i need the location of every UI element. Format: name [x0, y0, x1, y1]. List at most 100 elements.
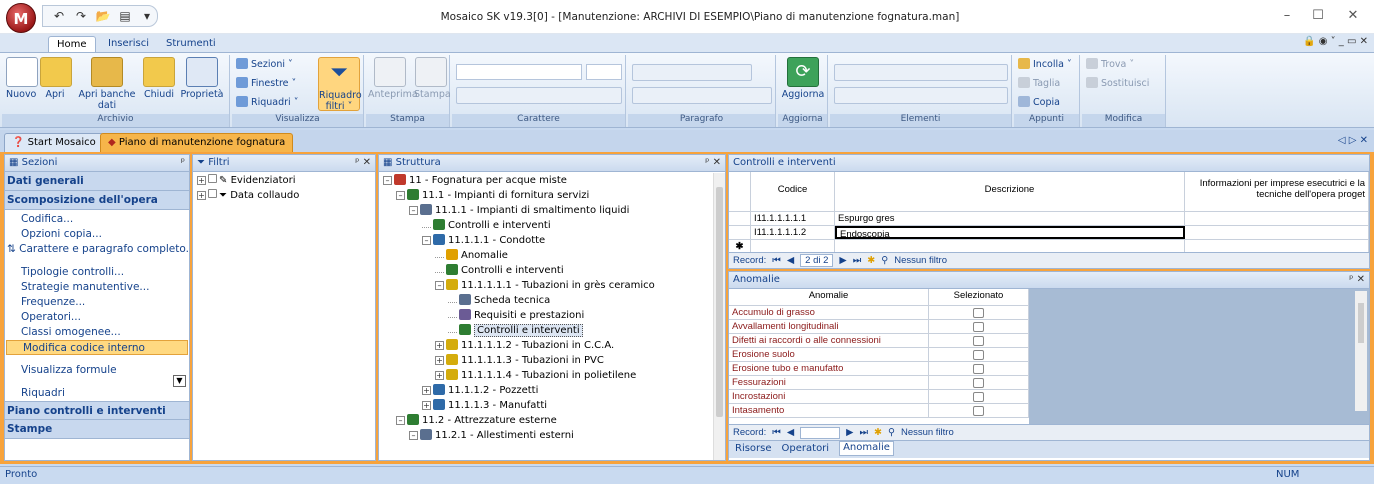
filter-data-collaudo[interactable]: + ⏷ Data collaudo	[197, 188, 371, 203]
expand-icon[interactable]: +	[435, 371, 444, 380]
qat-dropdown-icon[interactable]: ▾	[139, 9, 155, 23]
link-tipologie-controlli[interactable]: Tipologie controlli...	[5, 265, 189, 280]
font-name-combo[interactable]	[456, 64, 582, 80]
elements-toolbar-bottom[interactable]	[834, 87, 1008, 104]
last-record-icon[interactable]: ⏭	[859, 427, 868, 438]
tree-node[interactable]: Controlli e interventi	[383, 323, 721, 338]
redo-icon[interactable]: ↷	[73, 9, 89, 23]
selezionato-checkbox[interactable]	[973, 406, 984, 416]
selezionato-checkbox[interactable]	[973, 336, 984, 346]
open-icon[interactable]: 📂	[95, 9, 111, 23]
link-modifica-codice-interno[interactable]: Modifica codice interno	[6, 340, 188, 355]
table-row[interactable]: Incrostazioni	[729, 390, 1029, 404]
tree-node[interactable]: Controlli e interventi	[383, 218, 721, 233]
selezionato-checkbox[interactable]	[973, 378, 984, 388]
tree-node[interactable]: Scheda tecnica	[383, 293, 721, 308]
riquadri-button[interactable]: Riquadri ˅	[236, 96, 298, 108]
tab-risorse[interactable]: Risorse	[735, 443, 772, 456]
tree-node[interactable]: +11.1.1.2 - Pozzetti	[383, 383, 721, 398]
section-stampe[interactable]: Stampe	[5, 420, 189, 439]
no-filter-label[interactable]: Nessun filtro	[901, 427, 954, 438]
link-opzioni-copia[interactable]: Opzioni copia...	[5, 227, 189, 242]
scrollbar-thumb[interactable]	[1358, 303, 1364, 343]
expand-icon[interactable]: +	[197, 191, 206, 200]
pin-close-icons[interactable]: ᵖ ✕	[705, 157, 721, 168]
record-position[interactable]	[800, 426, 841, 439]
tree-node[interactable]: Requisiti e prestazioni	[383, 308, 721, 323]
close-button[interactable]: ✕	[1338, 8, 1368, 23]
tab-inserisci[interactable]: Inserisci	[100, 36, 157, 52]
collapse-icon[interactable]: –	[396, 416, 405, 425]
list-format-toolbar[interactable]	[632, 64, 752, 81]
selezionato-checkbox[interactable]	[973, 322, 984, 332]
selezionato-checkbox[interactable]	[973, 392, 984, 402]
new-record-icon[interactable]: ✱	[867, 255, 875, 266]
link-frequenze[interactable]: Frequenze...	[5, 295, 189, 310]
apri-button[interactable]: Apri	[40, 57, 72, 100]
tree-node[interactable]: –11.1.1.1.1 - Tubazioni in grès ceramico	[383, 278, 721, 293]
tree-node[interactable]: –11.1 - Impianti di fornitura servizi	[383, 188, 721, 203]
incolla-button[interactable]: Incolla ˅	[1018, 58, 1072, 70]
prev-record-icon[interactable]: ◀	[787, 255, 794, 266]
collapse-icon[interactable]: –	[383, 176, 392, 185]
trova-button[interactable]: Trova ˅	[1086, 58, 1134, 70]
tab-home[interactable]: Home	[48, 36, 96, 52]
table-row[interactable]: Intasamento	[729, 404, 1029, 418]
tree-node[interactable]: –11 - Fognatura per acque miste	[383, 173, 721, 188]
tree-node[interactable]: Anomalie	[383, 248, 721, 263]
col-descrizione[interactable]: Descrizione	[835, 172, 1185, 211]
tab-anomalie[interactable]: Anomalie	[839, 441, 894, 456]
elements-toolbar-top[interactable]	[834, 64, 1008, 81]
link-classi-omogenee[interactable]: Classi omogenee...	[5, 325, 189, 340]
dropdown-arrow-icon[interactable]: ▼	[173, 375, 186, 387]
last-record-icon[interactable]: ⏭	[853, 255, 862, 266]
tree-node[interactable]: +11.1.1.1.4 - Tubazioni in polietilene	[383, 368, 721, 383]
selezionato-checkbox[interactable]	[973, 308, 984, 318]
chiudi-button[interactable]: Chiudi	[142, 57, 176, 100]
table-row[interactable]: Avvallamenti longitudinali	[729, 320, 1029, 334]
link-codifica[interactable]: Codifica...	[5, 212, 189, 227]
tab-start-mosaico[interactable]: ❓ Start Mosaico	[4, 133, 104, 152]
filter-evidenziatori[interactable]: + ✎ Evidenziatori	[197, 173, 371, 188]
expand-icon[interactable]: +	[197, 176, 206, 185]
finestre-button[interactable]: Finestre ˅	[236, 77, 296, 89]
tree-node[interactable]: –11.2 - Attrezzature esterne	[383, 413, 721, 428]
stampa-button[interactable]: Stampa	[414, 57, 451, 100]
section-piano-controlli[interactable]: Piano controlli e interventi	[5, 401, 189, 420]
expand-icon[interactable]: +	[435, 341, 444, 350]
apri-banche-dati-button[interactable]: Apri banche dati	[74, 57, 140, 111]
taglia-button[interactable]: Taglia	[1018, 77, 1060, 89]
first-record-icon[interactable]: ⏮	[772, 427, 781, 438]
table-row[interactable]: Erosione tubo e manufatto	[729, 362, 1029, 376]
selezionato-checkbox[interactable]	[973, 364, 984, 374]
tab-piano-manutenzione[interactable]: ◆ Piano di manutenzione fognatura	[100, 133, 294, 152]
application-orb-button[interactable]: M	[6, 3, 36, 33]
tree-node[interactable]: +11.1.1.3 - Manufatti	[383, 398, 721, 413]
collapse-icon[interactable]: –	[409, 431, 418, 440]
table-row[interactable]: Fessurazioni	[729, 376, 1029, 390]
link-riquadri[interactable]: Riquadri	[5, 386, 189, 401]
link-strategie[interactable]: Strategie manutentive...	[5, 280, 189, 295]
table-row[interactable]: I11.1.1.1.1.1 Espurgo gres	[729, 212, 1369, 226]
font-size-combo[interactable]	[586, 64, 622, 80]
collapse-icon[interactable]: –	[435, 281, 444, 290]
checkbox-icon[interactable]	[208, 174, 217, 183]
selezionato-checkbox[interactable]	[973, 350, 984, 360]
font-format-toolbar[interactable]	[456, 87, 622, 104]
tree-node[interactable]: –11.1.1.1 - Condotte	[383, 233, 721, 248]
proprieta-button[interactable]: Proprietà	[178, 57, 226, 100]
expand-icon[interactable]: +	[435, 356, 444, 365]
tab-strumenti[interactable]: Strumenti	[158, 36, 224, 52]
doc-tabs-nav[interactable]: ◁ ▷ ✕	[1338, 135, 1368, 146]
col-anomalie[interactable]: Anomalie	[729, 289, 929, 305]
ribbon-right-controls[interactable]: 🔒 ◉ ˅ _ ▭ ✕	[1303, 36, 1368, 47]
riquadro-filtri-button[interactable]: ⏷ Riquadro filtri ˅	[318, 57, 362, 112]
section-scomposizione[interactable]: Scomposizione dell'opera	[5, 191, 189, 210]
collapse-icon[interactable]: –	[422, 236, 431, 245]
tree-scrollbar[interactable]	[713, 173, 725, 460]
sezioni-button[interactable]: Sezioni ˅	[236, 58, 293, 70]
next-record-icon[interactable]: ▶	[839, 255, 846, 266]
active-cell[interactable]: Endoscopia	[835, 226, 1185, 239]
copia-button[interactable]: Copia	[1018, 96, 1060, 108]
anomalie-scrollbar[interactable]	[1355, 291, 1367, 411]
